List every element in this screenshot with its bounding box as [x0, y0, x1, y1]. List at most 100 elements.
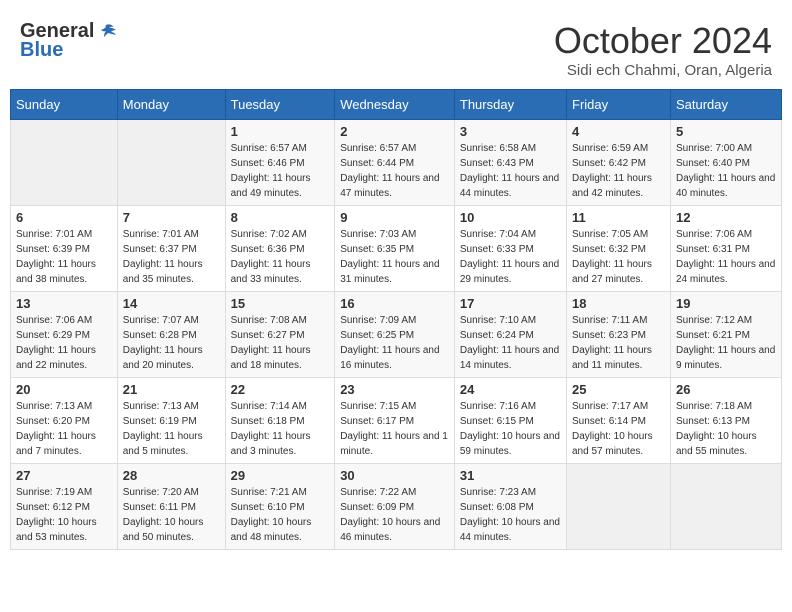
- calendar-cell: 22 Sunrise: 7:14 AM Sunset: 6:18 PM Dayli…: [225, 378, 335, 464]
- day-number: 29: [231, 468, 330, 483]
- weekday-header-wednesday: Wednesday: [335, 90, 455, 120]
- day-number: 5: [676, 124, 776, 139]
- day-number: 9: [340, 210, 449, 225]
- calendar-cell: 11 Sunrise: 7:05 AM Sunset: 6:32 PM Dayli…: [567, 206, 671, 292]
- day-info: Sunrise: 7:20 AM Sunset: 6:11 PM Dayligh…: [123, 485, 220, 545]
- day-info: Sunrise: 7:22 AM Sunset: 6:09 PM Dayligh…: [340, 485, 449, 545]
- calendar-cell: 9 Sunrise: 7:03 AM Sunset: 6:35 PM Daylig…: [335, 206, 455, 292]
- day-number: 15: [231, 296, 330, 311]
- calendar-cell: 21 Sunrise: 7:13 AM Sunset: 6:19 PM Dayli…: [117, 378, 225, 464]
- week-row-5: 27 Sunrise: 7:19 AM Sunset: 6:12 PM Dayli…: [11, 464, 782, 550]
- calendar-cell: 19 Sunrise: 7:12 AM Sunset: 6:21 PM Dayli…: [670, 292, 781, 378]
- calendar-cell: 28Sunrise: 7:20 AM Sunset: 6:11 PM Dayli…: [117, 464, 225, 550]
- calendar-cell: 14Sunrise: 7:07 AM Sunset: 6:28 PM Dayli…: [117, 292, 225, 378]
- day-number: 20: [16, 382, 112, 397]
- day-number: 31: [460, 468, 561, 483]
- day-info: Sunrise: 7:07 AM Sunset: 6:28 PM Dayligh…: [123, 313, 220, 373]
- day-number: 13: [16, 296, 112, 311]
- calendar-cell: 26Sunrise: 7:18 AM Sunset: 6:13 PM Dayli…: [670, 378, 781, 464]
- weekday-header-thursday: Thursday: [454, 90, 566, 120]
- day-info: Sunrise: 7:10 AM Sunset: 6:24 PM Dayligh…: [460, 313, 561, 373]
- day-info: Sunrise: 7:00 AM Sunset: 6:40 PM Dayligh…: [676, 141, 776, 201]
- calendar-cell: 13 Sunrise: 7:06 AM Sunset: 6:29 PM Dayli…: [11, 292, 118, 378]
- day-number: 3: [460, 124, 561, 139]
- day-number: 26: [676, 382, 776, 397]
- day-info: Sunrise: 7:06 AM Sunset: 6:31 PM Dayligh…: [676, 227, 776, 287]
- day-info: Sunrise: 7:03 AM Sunset: 6:35 PM Dayligh…: [340, 227, 449, 287]
- weekday-header-saturday: Saturday: [670, 90, 781, 120]
- day-info: Sunrise: 7:13 AM Sunset: 6:20 PM Dayligh…: [16, 399, 112, 459]
- week-row-1: 1 Sunrise: 6:57 AM Sunset: 6:46 PM Daylig…: [11, 120, 782, 206]
- location: Sidi ech Chahmi, Oran, Algeria: [554, 62, 772, 79]
- day-info: Sunrise: 7:05 AM Sunset: 6:32 PM Dayligh…: [572, 227, 665, 287]
- calendar-cell: 23 Sunrise: 7:15 AM Sunset: 6:17 PM Dayli…: [335, 378, 455, 464]
- day-number: 10: [460, 210, 561, 225]
- day-number: 24: [460, 382, 561, 397]
- weekday-header-monday: Monday: [117, 90, 225, 120]
- day-info: Sunrise: 6:59 AM Sunset: 6:42 PM Dayligh…: [572, 141, 665, 201]
- day-number: 16: [340, 296, 449, 311]
- logo-bird-icon: [96, 23, 118, 41]
- weekday-header-tuesday: Tuesday: [225, 90, 335, 120]
- day-number: 25: [572, 382, 665, 397]
- calendar-cell: 16Sunrise: 7:09 AM Sunset: 6:25 PM Dayli…: [335, 292, 455, 378]
- day-info: Sunrise: 7:16 AM Sunset: 6:15 PM Dayligh…: [460, 399, 561, 459]
- day-info: Sunrise: 7:08 AM Sunset: 6:27 PM Dayligh…: [231, 313, 330, 373]
- day-info: Sunrise: 7:12 AM Sunset: 6:21 PM Dayligh…: [676, 313, 776, 373]
- calendar-cell: 12Sunrise: 7:06 AM Sunset: 6:31 PM Dayli…: [670, 206, 781, 292]
- weekday-header-sunday: Sunday: [11, 90, 118, 120]
- calendar-cell: 10 Sunrise: 7:04 AM Sunset: 6:33 PM Dayli…: [454, 206, 566, 292]
- day-number: 19: [676, 296, 776, 311]
- calendar-cell: 8Sunrise: 7:02 AM Sunset: 6:36 PM Daylig…: [225, 206, 335, 292]
- calendar-cell: 30Sunrise: 7:22 AM Sunset: 6:09 PM Dayli…: [335, 464, 455, 550]
- calendar-cell: 15 Sunrise: 7:08 AM Sunset: 6:27 PM Dayli…: [225, 292, 335, 378]
- calendar-cell: [11, 120, 118, 206]
- day-info: Sunrise: 7:21 AM Sunset: 6:10 PM Dayligh…: [231, 485, 330, 545]
- day-info: Sunrise: 7:19 AM Sunset: 6:12 PM Dayligh…: [16, 485, 112, 545]
- day-number: 22: [231, 382, 330, 397]
- calendar-cell: 6 Sunrise: 7:01 AM Sunset: 6:39 PM Daylig…: [11, 206, 118, 292]
- logo-blue: Blue: [20, 39, 63, 62]
- day-info: Sunrise: 7:01 AM Sunset: 6:39 PM Dayligh…: [16, 227, 112, 287]
- day-info: Sunrise: 7:06 AM Sunset: 6:29 PM Dayligh…: [16, 313, 112, 373]
- day-number: 11: [572, 210, 665, 225]
- calendar-cell: [117, 120, 225, 206]
- calendar-cell: 31Sunrise: 7:23 AM Sunset: 6:08 PM Dayli…: [454, 464, 566, 550]
- week-row-4: 20 Sunrise: 7:13 AM Sunset: 6:20 PM Dayli…: [11, 378, 782, 464]
- day-info: Sunrise: 6:58 AM Sunset: 6:43 PM Dayligh…: [460, 141, 561, 201]
- weekday-header-friday: Friday: [567, 90, 671, 120]
- day-number: 27: [16, 468, 112, 483]
- day-info: Sunrise: 7:14 AM Sunset: 6:18 PM Dayligh…: [231, 399, 330, 459]
- calendar-cell: 2 Sunrise: 6:57 AM Sunset: 6:44 PM Daylig…: [335, 120, 455, 206]
- day-number: 21: [123, 382, 220, 397]
- day-number: 23: [340, 382, 449, 397]
- logo: General Blue: [20, 20, 118, 62]
- day-number: 4: [572, 124, 665, 139]
- month-title: October 2024: [554, 20, 772, 62]
- week-row-3: 13 Sunrise: 7:06 AM Sunset: 6:29 PM Dayli…: [11, 292, 782, 378]
- day-number: 17: [460, 296, 561, 311]
- day-info: Sunrise: 7:04 AM Sunset: 6:33 PM Dayligh…: [460, 227, 561, 287]
- day-info: Sunrise: 7:13 AM Sunset: 6:19 PM Dayligh…: [123, 399, 220, 459]
- day-info: Sunrise: 6:57 AM Sunset: 6:46 PM Dayligh…: [231, 141, 330, 201]
- calendar-cell: 1 Sunrise: 6:57 AM Sunset: 6:46 PM Daylig…: [225, 120, 335, 206]
- day-number: 6: [16, 210, 112, 225]
- day-info: Sunrise: 7:15 AM Sunset: 6:17 PM Dayligh…: [340, 399, 449, 459]
- day-info: Sunrise: 7:02 AM Sunset: 6:36 PM Dayligh…: [231, 227, 330, 287]
- calendar-cell: 24 Sunrise: 7:16 AM Sunset: 6:15 PM Dayli…: [454, 378, 566, 464]
- calendar-cell: 18 Sunrise: 7:11 AM Sunset: 6:23 PM Dayli…: [567, 292, 671, 378]
- calendar-cell: 27 Sunrise: 7:19 AM Sunset: 6:12 PM Dayli…: [11, 464, 118, 550]
- day-number: 7: [123, 210, 220, 225]
- weekday-header-row: SundayMondayTuesdayWednesdayThursdayFrid…: [11, 90, 782, 120]
- day-info: Sunrise: 7:11 AM Sunset: 6:23 PM Dayligh…: [572, 313, 665, 373]
- day-info: Sunrise: 7:01 AM Sunset: 6:37 PM Dayligh…: [123, 227, 220, 287]
- day-number: 2: [340, 124, 449, 139]
- day-number: 18: [572, 296, 665, 311]
- calendar-cell: 3 Sunrise: 6:58 AM Sunset: 6:43 PM Daylig…: [454, 120, 566, 206]
- calendar-cell: 20 Sunrise: 7:13 AM Sunset: 6:20 PM Dayli…: [11, 378, 118, 464]
- day-info: Sunrise: 6:57 AM Sunset: 6:44 PM Dayligh…: [340, 141, 449, 201]
- week-row-2: 6 Sunrise: 7:01 AM Sunset: 6:39 PM Daylig…: [11, 206, 782, 292]
- calendar-cell: 5 Sunrise: 7:00 AM Sunset: 6:40 PM Daylig…: [670, 120, 781, 206]
- day-info: Sunrise: 7:17 AM Sunset: 6:14 PM Dayligh…: [572, 399, 665, 459]
- day-number: 1: [231, 124, 330, 139]
